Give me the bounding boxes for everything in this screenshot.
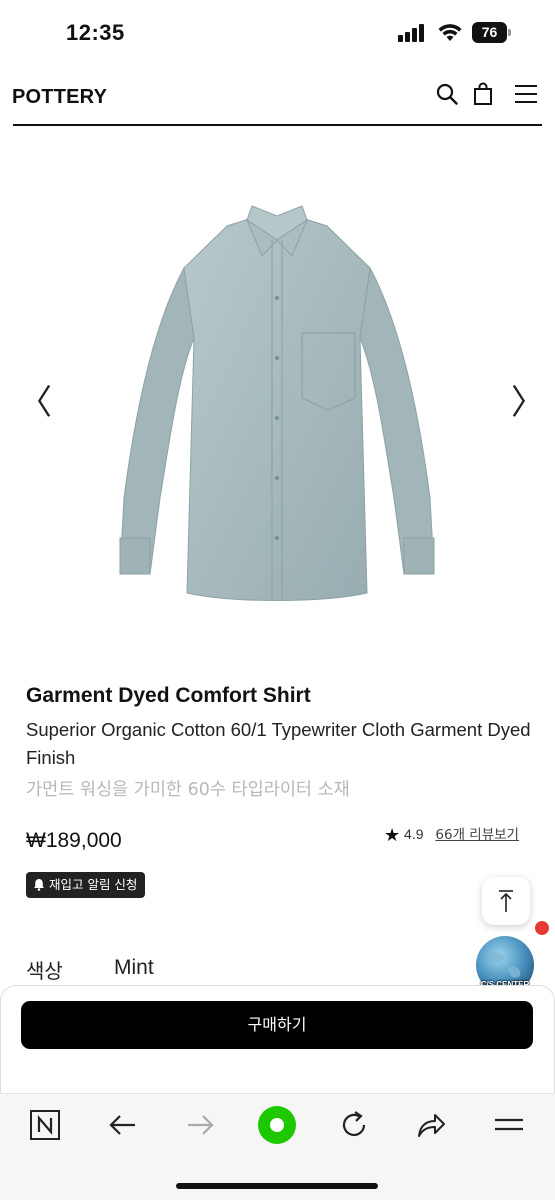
site-header: POTTERY bbox=[0, 62, 555, 126]
color-option-label: 색상 bbox=[26, 959, 63, 983]
menu-icon[interactable] bbox=[514, 82, 538, 106]
notification-dot bbox=[535, 921, 549, 935]
review-link[interactable]: 66개 리뷰보기 bbox=[435, 827, 519, 843]
bell-icon bbox=[34, 879, 44, 891]
home-indicator bbox=[176, 1183, 378, 1189]
gallery-prev-arrow[interactable]: 〈 bbox=[18, 386, 52, 420]
restock-alert-button[interactable]: 재입고 알림 신청 bbox=[26, 872, 146, 898]
scroll-to-top-button[interactable] bbox=[482, 877, 530, 925]
back-icon[interactable] bbox=[106, 1108, 140, 1142]
cellular-signal-icon bbox=[398, 24, 428, 42]
arrow-up-icon bbox=[499, 890, 513, 912]
color-option-value[interactable]: Mint bbox=[114, 956, 154, 980]
shopping-bag-icon[interactable] bbox=[471, 82, 495, 106]
forward-icon[interactable] bbox=[183, 1108, 217, 1142]
product-title: Garment Dyed Comfort Shirt bbox=[26, 684, 311, 707]
site-logo[interactable]: POTTERY bbox=[12, 86, 107, 109]
status-bar: 12:35 76 bbox=[0, 0, 555, 62]
share-icon[interactable] bbox=[414, 1108, 448, 1142]
rating-value: 4.9 bbox=[404, 826, 424, 842]
product-price: ₩189,000 bbox=[26, 829, 122, 852]
header-divider bbox=[13, 124, 542, 126]
green-home-icon[interactable] bbox=[257, 1105, 297, 1145]
menu-icon[interactable] bbox=[492, 1108, 526, 1142]
gallery-next-arrow[interactable]: 〉 bbox=[511, 386, 545, 420]
status-time: 12:35 bbox=[66, 20, 125, 45]
wifi-icon bbox=[438, 24, 462, 41]
product-gallery[interactable]: 〈 〉 bbox=[0, 128, 555, 668]
reload-icon[interactable] bbox=[337, 1108, 371, 1142]
battery-level: 76 bbox=[472, 22, 507, 43]
product-image[interactable] bbox=[112, 198, 442, 608]
battery-icon: 76 bbox=[472, 22, 512, 43]
restock-alert-label: 재입고 알림 신청 bbox=[48, 877, 138, 892]
product-description-korean: 가먼트 워싱을 가미한 60수 타입라이터 소재 bbox=[26, 780, 350, 800]
search-icon[interactable] bbox=[435, 82, 459, 106]
naver-n-icon[interactable] bbox=[28, 1108, 62, 1142]
rating: ★ 4.9 66개 리뷰보기 bbox=[384, 823, 519, 846]
product-description: Superior Organic Cotton 60/1 Typewriter … bbox=[26, 719, 531, 768]
star-icon: ★ bbox=[384, 825, 401, 845]
buy-button[interactable]: 구매하기 bbox=[21, 1001, 533, 1049]
